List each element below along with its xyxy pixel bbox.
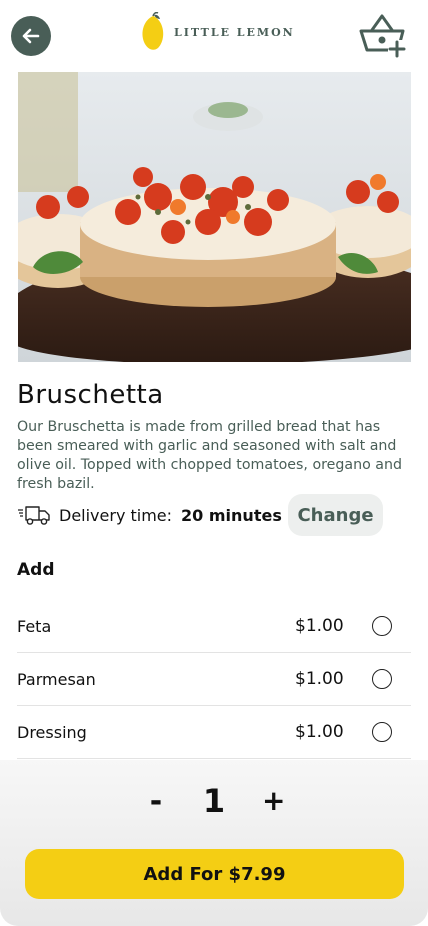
addon-radio[interactable] <box>372 616 392 636</box>
quantity-value: 1 <box>202 782 226 820</box>
addon-name: Dressing <box>17 722 87 742</box>
addon-name: Parmesan <box>17 669 96 689</box>
increase-quantity-button[interactable]: + <box>262 784 285 817</box>
app-header: LITTLE LEMON <box>0 0 428 72</box>
arrow-left-icon <box>22 28 40 44</box>
delivery-row: Delivery time: 20 minutes Change <box>17 494 417 536</box>
addon-name: Feta <box>17 616 52 636</box>
basket-add-icon <box>359 14 406 58</box>
add-to-order-button[interactable]: Add For $7.99 <box>25 849 404 899</box>
addon-radio[interactable] <box>372 722 392 742</box>
lemon-icon <box>142 12 164 50</box>
delivery-label: Delivery time: <box>59 505 173 525</box>
addon-option-dressing[interactable]: Dressing $1.00 <box>17 706 411 759</box>
little-lemon-logo: LITTLE LEMON <box>140 12 295 52</box>
dish-title: Bruschetta <box>17 380 164 410</box>
change-delivery-button[interactable]: Change <box>288 494 383 536</box>
decrease-quantity-button[interactable]: - <box>146 784 166 819</box>
delivery-truck-icon <box>18 506 50 525</box>
order-panel: - 1 + Add For $7.99 <box>0 760 428 926</box>
quantity-stepper: - 1 + <box>0 780 428 824</box>
addon-price: $1.00 <box>295 616 344 636</box>
addon-radio[interactable] <box>372 669 392 689</box>
delivery-time: 20 minutes <box>181 505 282 525</box>
logo-text: LITTLE LEMON <box>174 25 295 39</box>
addon-option-feta[interactable]: Feta $1.00 <box>17 600 411 653</box>
addon-price: $1.00 <box>295 722 344 742</box>
dish-image <box>18 72 411 362</box>
addon-option-parmesan[interactable]: Parmesan $1.00 <box>17 653 411 706</box>
back-button[interactable] <box>11 16 51 56</box>
dish-description: Our Bruschetta is made from grilled brea… <box>17 419 402 492</box>
addon-options: Feta $1.00 Parmesan $1.00 Dressing $1.00 <box>17 600 411 759</box>
add-section-heading: Add <box>17 560 55 580</box>
addon-price: $1.00 <box>295 669 344 689</box>
basket-button[interactable] <box>358 10 408 60</box>
